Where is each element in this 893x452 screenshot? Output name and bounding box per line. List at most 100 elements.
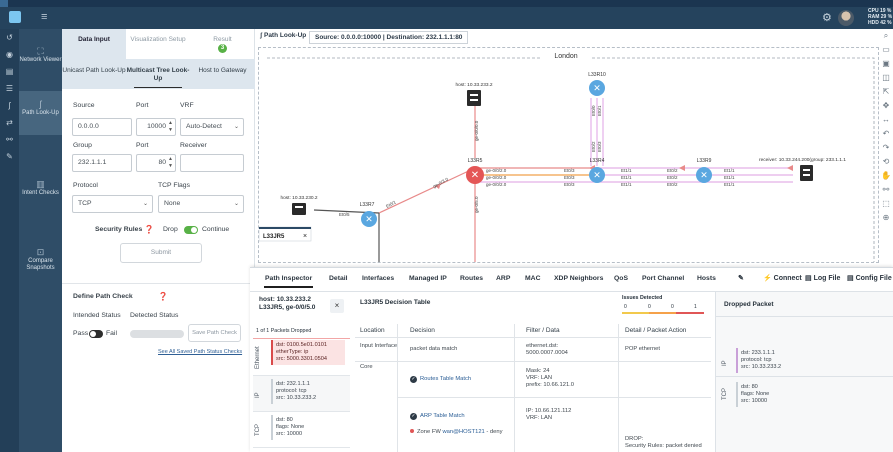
- export-icon[interactable]: ⇱: [879, 85, 893, 99]
- history-icon[interactable]: ⟲: [879, 155, 893, 169]
- save-path-check-button[interactable]: Save Path Check: [188, 324, 241, 342]
- hamburger-menu-icon[interactable]: ≡: [41, 11, 47, 23]
- tab-interfaces[interactable]: Interfaces: [362, 275, 394, 282]
- hop-selector[interactable]: host: 10.33.233.2 L33JR5, ge-0/0/5.0 ×: [253, 296, 353, 320]
- tab-data-input[interactable]: Data Input: [62, 29, 126, 59]
- tab-qos[interactable]: QoS: [614, 275, 628, 282]
- pencil-icon[interactable]: ✎: [738, 274, 744, 282]
- undo-icon[interactable]: ↶: [879, 127, 893, 141]
- document-icon[interactable]: ▤: [0, 63, 19, 80]
- tab-xdp-neighbors[interactable]: XDP Neighbors: [554, 275, 603, 282]
- help-icon[interactable]: ❓: [144, 225, 154, 234]
- subtab-multicast[interactable]: Multicast Tree Look-Up: [126, 59, 190, 89]
- receiver-input[interactable]: [180, 154, 244, 172]
- security-rules-toggle[interactable]: [184, 226, 198, 234]
- settings-gear-icon[interactable]: ⚙: [822, 11, 832, 24]
- layers-icon[interactable]: ◫: [879, 71, 893, 85]
- zone-link[interactable]: wan@HOST121: [442, 429, 484, 435]
- group-input[interactable]: 232.1.1.1: [72, 154, 132, 172]
- wrench-icon[interactable]: ✎: [0, 148, 19, 165]
- help-icon[interactable]: ❓: [158, 292, 168, 301]
- user-avatar[interactable]: [838, 10, 854, 26]
- tab-routes[interactable]: Routes: [460, 275, 483, 282]
- packet-tcp[interactable]: TCP dst: 80 flags: None src: 10000: [253, 412, 350, 448]
- pass-label: Pass: [73, 330, 89, 337]
- connect-button[interactable]: ⚡ Connect: [763, 274, 802, 282]
- source-input[interactable]: 0.0.0.0: [72, 118, 132, 136]
- save-icon[interactable]: ▣: [879, 57, 893, 71]
- nav-intent-checks[interactable]: ▥ Intent Checks: [19, 179, 62, 197]
- tab-path-inspector[interactable]: Path Inspector: [263, 275, 314, 288]
- selected-device-tab[interactable]: L33JR5: [263, 234, 285, 240]
- drop-label: Drop: [163, 226, 178, 233]
- router-l33r4[interactable]: ✕: [589, 167, 605, 183]
- host-top-node[interactable]: [467, 90, 481, 106]
- zoom-icon[interactable]: ⊕: [879, 211, 893, 225]
- arp-table-match-link[interactable]: ✓ ARP Table Match: [410, 413, 465, 420]
- close-icon[interactable]: ×: [330, 299, 344, 313]
- pass-fail-toggle[interactable]: [89, 330, 103, 338]
- topology-map[interactable]: London ge-0/0/0.0 ge-0/0/2.0 ge-0/0/2.0: [258, 47, 879, 263]
- log-file-button[interactable]: ▤ Log File: [805, 274, 840, 282]
- arrows-icon[interactable]: ↔: [879, 113, 893, 127]
- tab-arp[interactable]: ARP: [496, 275, 510, 282]
- intent-icon: ▥: [36, 179, 45, 189]
- close-icon[interactable]: ×: [303, 233, 307, 240]
- link-icon[interactable]: ⚯: [879, 183, 893, 197]
- host-left-node[interactable]: [292, 203, 306, 215]
- vrf-select[interactable]: Auto-Detect ⌄: [180, 118, 244, 136]
- packet-ip[interactable]: IP dst: 232.1.1.1 protocol: tcp src: 10.…: [253, 376, 350, 412]
- router-l33r10[interactable]: ✕: [589, 80, 605, 96]
- nav-compare-snapshots[interactable]: ⊡ Compare Snapshots: [19, 247, 62, 272]
- spinner-icon[interactable]: ▲ ▼: [168, 156, 173, 170]
- row-divider: [398, 397, 711, 398]
- iface-label: Et0/5: [339, 212, 350, 217]
- packet-ethernet[interactable]: Ethernet dst: 0100.5e01.0101 etherType: …: [253, 338, 350, 376]
- see-all-checks-link[interactable]: See All Saved Path Status Checks: [158, 349, 242, 355]
- tab-visualization-setup[interactable]: Visualization Setup: [126, 29, 190, 59]
- pan-icon[interactable]: ✋: [879, 169, 893, 183]
- tab-detail[interactable]: Detail: [329, 275, 348, 282]
- filter-line: 5000.0007.0004: [526, 350, 568, 356]
- topology-canvas[interactable]: London ge-0/0/0.0 ge-0/0/2.0 ge-0/0/2.0: [259, 48, 879, 263]
- subtab-host-gateway[interactable]: Host to Gateway: [190, 59, 255, 89]
- router-l33r5[interactable]: ✕: [466, 166, 484, 184]
- connect-icon: ⚡: [763, 275, 774, 282]
- tab-mac[interactable]: MAC: [525, 275, 540, 282]
- routes-table-match-link[interactable]: ✓ Routes Table Match: [410, 376, 471, 383]
- config-file-button[interactable]: ▤ Config File: [847, 274, 892, 282]
- source-label: Source: [73, 102, 95, 109]
- path-lookup-button[interactable]: ʃ Path Look-Up: [260, 32, 306, 39]
- history-icon[interactable]: ↺: [0, 29, 19, 46]
- select-icon[interactable]: ⬚: [879, 197, 893, 211]
- submit-button[interactable]: Submit: [120, 243, 202, 263]
- tab-port-channel[interactable]: Port Channel: [642, 275, 684, 282]
- group-port-input[interactable]: 80 ▲ ▼: [136, 154, 176, 172]
- path-icon[interactable]: ʃ: [0, 97, 19, 114]
- nav-network-viewer[interactable]: ⛶ Network Viewer: [19, 46, 62, 64]
- tab-hosts[interactable]: Hosts: [697, 275, 716, 282]
- row2-filter: Mask: 24 VRF: LAN prefix: 10.66.121.0: [526, 368, 574, 389]
- tab-managed-ip[interactable]: Managed IP: [409, 275, 447, 282]
- list-icon[interactable]: ☰: [0, 80, 19, 97]
- port-input[interactable]: 10000 ▲ ▼: [136, 118, 176, 136]
- router-l33r7[interactable]: ✕: [361, 211, 377, 227]
- folder-icon[interactable]: ▭: [879, 43, 893, 57]
- spinner-icon[interactable]: ▲ ▼: [168, 120, 173, 134]
- tcp-flags-select[interactable]: None ⌄: [158, 195, 244, 213]
- tab-result[interactable]: Result 3: [190, 29, 255, 59]
- path-crumb: Source: 0.0.0.0:10000 | Destination: 232…: [309, 31, 469, 44]
- redo-icon[interactable]: ↷: [879, 141, 893, 155]
- swap-icon[interactable]: ⇄: [0, 114, 19, 131]
- receiver-node[interactable]: [800, 165, 813, 181]
- nav-path-lookup[interactable]: ʃ Path Look-Up: [19, 91, 62, 135]
- search-icon[interactable]: ⌕: [879, 29, 893, 43]
- move-icon[interactable]: ✥: [879, 99, 893, 113]
- protocol-select[interactable]: TCP ⌄: [72, 195, 153, 213]
- router-label: L33R9: [697, 158, 712, 164]
- app-logo-icon[interactable]: [9, 11, 21, 23]
- dashboard-icon[interactable]: ◉: [0, 46, 19, 63]
- router-l33r9[interactable]: ✕: [696, 167, 712, 183]
- subtab-unicast[interactable]: Unicast Path Look-Up: [62, 59, 126, 89]
- nodes-icon[interactable]: ⚯: [0, 131, 19, 148]
